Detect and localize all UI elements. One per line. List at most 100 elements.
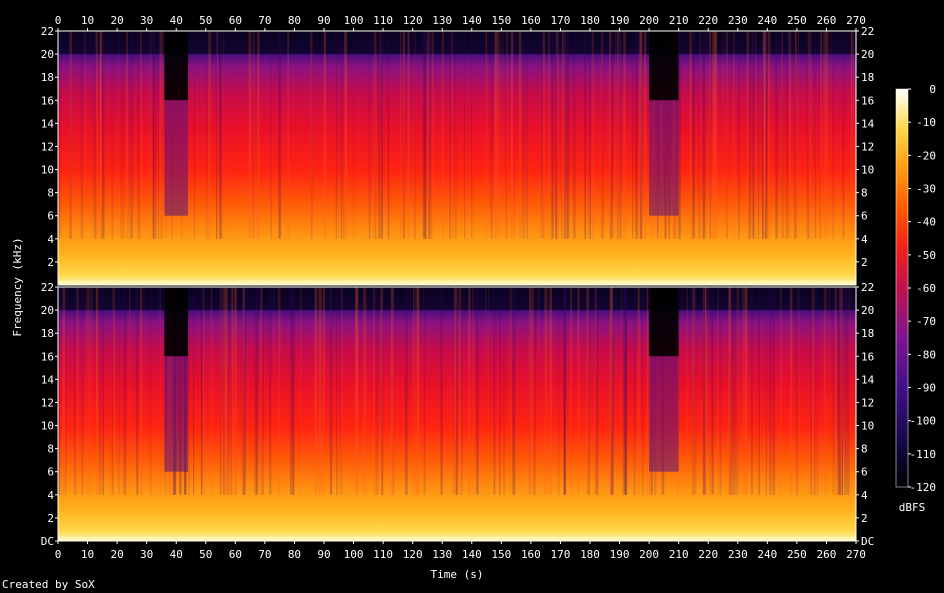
texture-streak <box>729 287 732 495</box>
texture-streak <box>118 31 120 239</box>
texture-streak <box>224 287 226 495</box>
x-tick-label-top: 200 <box>639 14 659 27</box>
texture-streak <box>329 287 333 495</box>
x-ticks-bottom: 0 10 20 30 40 50 60 70 80 90 100 110 120 130 140 150 160… <box>55 541 866 561</box>
texture-streak <box>159 287 161 495</box>
x-tick-label-bottom: 40 <box>170 548 183 561</box>
texture-streak <box>692 287 694 495</box>
texture-streak <box>319 287 322 495</box>
texture-streak <box>597 287 599 495</box>
y-tick-label-right: 18 <box>861 71 874 84</box>
texture-streak <box>315 287 317 495</box>
texture-streak <box>140 287 143 495</box>
y-tick-label-left: 20 <box>41 304 54 317</box>
texture-streak <box>746 31 749 239</box>
texture-streak <box>622 287 625 495</box>
texture-streak <box>555 31 558 239</box>
y-tick-label-right: 20 <box>861 304 874 317</box>
colorbar-tick-label: -80 <box>916 348 936 361</box>
quiet-segment-2 <box>649 31 679 101</box>
texture-streak <box>111 31 114 239</box>
y-tick-label-left: 10 <box>41 164 54 177</box>
texture-streak <box>621 287 622 495</box>
texture-streak <box>692 31 695 239</box>
texture-streak <box>719 287 722 495</box>
texture-streak <box>431 31 434 239</box>
texture-streak <box>538 287 540 495</box>
y-tick-label-right: 2 <box>861 512 868 525</box>
texture-streak <box>416 287 418 495</box>
x-tick-label-bottom: 150 <box>491 548 511 561</box>
texture-streak <box>810 287 812 495</box>
texture-streak <box>698 31 700 239</box>
texture-streak <box>503 287 506 495</box>
texture-streak <box>624 287 627 495</box>
texture-streak <box>835 287 837 495</box>
texture-streak <box>817 287 819 495</box>
texture-streak <box>509 287 512 495</box>
texture-streak <box>506 31 508 239</box>
texture-streak <box>311 31 313 239</box>
texture-streak <box>542 31 545 239</box>
texture-streak <box>644 31 647 239</box>
texture-streak <box>600 31 603 239</box>
texture-streak <box>722 31 724 239</box>
y-tick-label-left: 6 <box>47 210 54 223</box>
texture-streak <box>642 287 644 495</box>
y-tick-label-right: 12 <box>861 396 874 409</box>
texture-streak <box>813 287 817 495</box>
x-tick-label-bottom: 190 <box>610 548 630 561</box>
texture-streak <box>574 31 576 239</box>
texture-streak <box>758 31 759 239</box>
y-tick-label-left: DC <box>41 535 54 548</box>
texture-streak <box>762 31 764 239</box>
texture-streak <box>551 31 554 239</box>
texture-streak <box>485 287 487 495</box>
texture-streak <box>277 287 281 495</box>
texture-streak <box>65 287 67 495</box>
texture-streak <box>798 287 801 495</box>
x-tick-label-top: 240 <box>757 14 777 27</box>
texture-streak <box>769 287 772 495</box>
texture-streak <box>407 31 410 239</box>
texture-streak <box>355 287 358 495</box>
texture-streak <box>128 31 131 239</box>
x-tick-label-top: 170 <box>551 14 571 27</box>
texture-streak <box>841 287 843 495</box>
x-tick-label-bottom: 130 <box>432 548 452 561</box>
texture-streak <box>637 287 640 495</box>
y-tick-label-right: 22 <box>861 25 874 38</box>
texture-streak <box>220 287 222 495</box>
x-tick-label-top: 130 <box>432 14 452 27</box>
y-tick-label-left: 8 <box>47 443 54 456</box>
texture-streak <box>828 287 830 495</box>
texture-streak <box>706 31 708 239</box>
texture-streak <box>569 287 573 495</box>
texture-streak <box>487 287 489 495</box>
y-tick-label-left: 10 <box>41 420 54 433</box>
x-tick-label-top: 190 <box>610 14 630 27</box>
texture-streak <box>90 287 93 495</box>
y-tick-label-left: 14 <box>41 373 55 386</box>
texture-streak <box>335 31 338 239</box>
texture-streak <box>74 287 76 495</box>
colorbar-tick-label: -100 <box>910 415 937 428</box>
texture-streak <box>322 287 325 495</box>
texture-streak <box>99 31 102 239</box>
y-tick-label-right: 16 <box>861 350 874 363</box>
x-tick-label-bottom: 0 <box>55 548 62 561</box>
texture-streak <box>712 287 714 495</box>
texture-streak <box>59 31 60 239</box>
y-tick-label-left: 4 <box>47 233 54 246</box>
x-tick-label-top: 40 <box>170 14 183 27</box>
texture-streak <box>324 31 327 239</box>
texture-streak <box>700 31 701 239</box>
x-tick-label-top: 230 <box>728 14 748 27</box>
texture-streak <box>363 287 365 495</box>
texture-streak <box>493 287 496 495</box>
texture-streak <box>476 287 479 495</box>
x-tick-label-bottom: 70 <box>258 548 271 561</box>
texture-streak <box>380 31 383 239</box>
texture-streak <box>806 31 809 239</box>
channel-2-panel <box>57 286 857 542</box>
